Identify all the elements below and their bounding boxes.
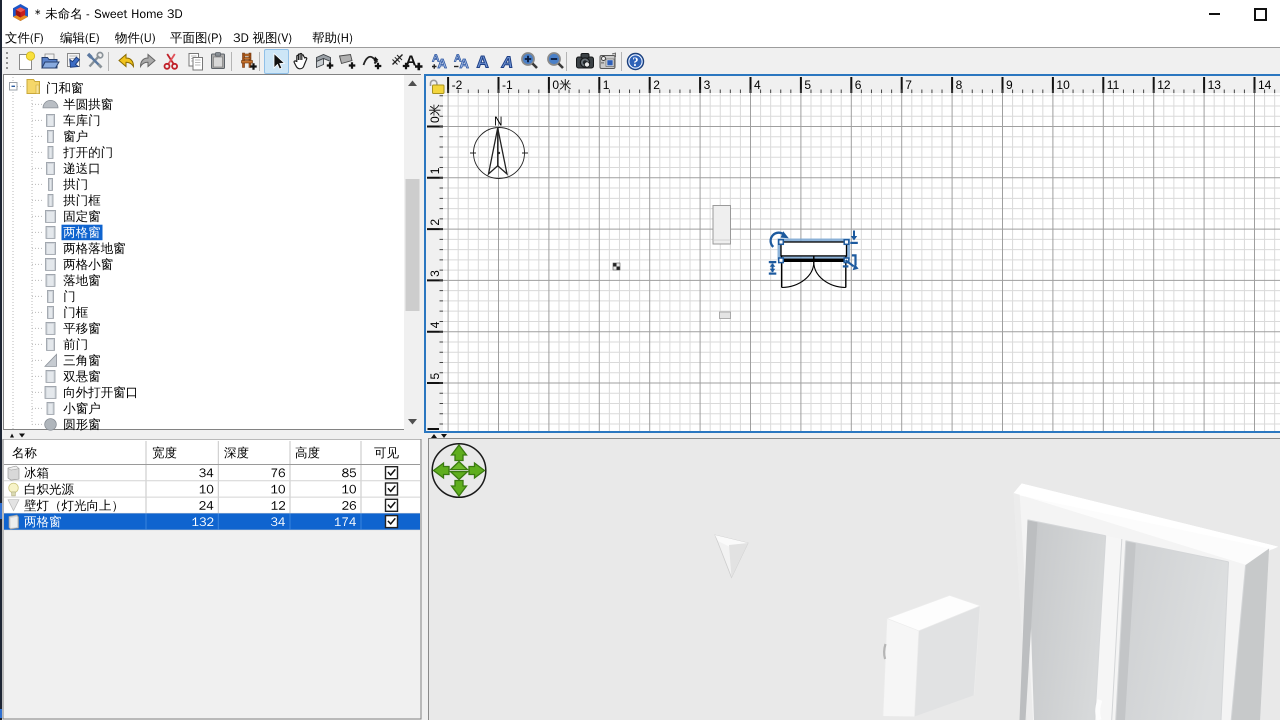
svg-text:8: 8 <box>956 78 963 92</box>
svg-text:A: A <box>501 55 514 72</box>
svg-text:A: A <box>438 56 448 71</box>
svg-text:4: 4 <box>754 78 761 92</box>
svg-text:1: 1 <box>428 167 442 174</box>
svg-text:0: 0 <box>428 116 442 123</box>
svg-text:10: 10 <box>1056 78 1070 92</box>
svg-text:13: 13 <box>1208 78 1222 92</box>
svg-text:7: 7 <box>905 78 912 92</box>
svg-text:14: 14 <box>1258 78 1272 92</box>
svg-text:2: 2 <box>428 219 442 226</box>
svg-text:?: ? <box>632 55 638 69</box>
svg-text:5: 5 <box>804 78 811 92</box>
svg-text:0: 0 <box>552 78 559 92</box>
svg-text:A: A <box>460 56 470 71</box>
svg-text:5: 5 <box>428 373 442 380</box>
svg-text:-1: -1 <box>502 78 513 92</box>
svg-text:-2: -2 <box>452 78 463 92</box>
svg-text:12: 12 <box>1157 78 1171 92</box>
svg-text:1: 1 <box>603 78 610 92</box>
svg-text:A: A <box>477 53 489 72</box>
svg-text:4: 4 <box>428 321 442 328</box>
svg-text:11: 11 <box>1107 78 1120 92</box>
svg-text:3: 3 <box>428 270 442 277</box>
svg-text:3: 3 <box>704 78 711 92</box>
svg-text:2: 2 <box>653 78 660 92</box>
svg-text:9: 9 <box>1006 78 1013 92</box>
svg-text:6: 6 <box>855 78 862 92</box>
